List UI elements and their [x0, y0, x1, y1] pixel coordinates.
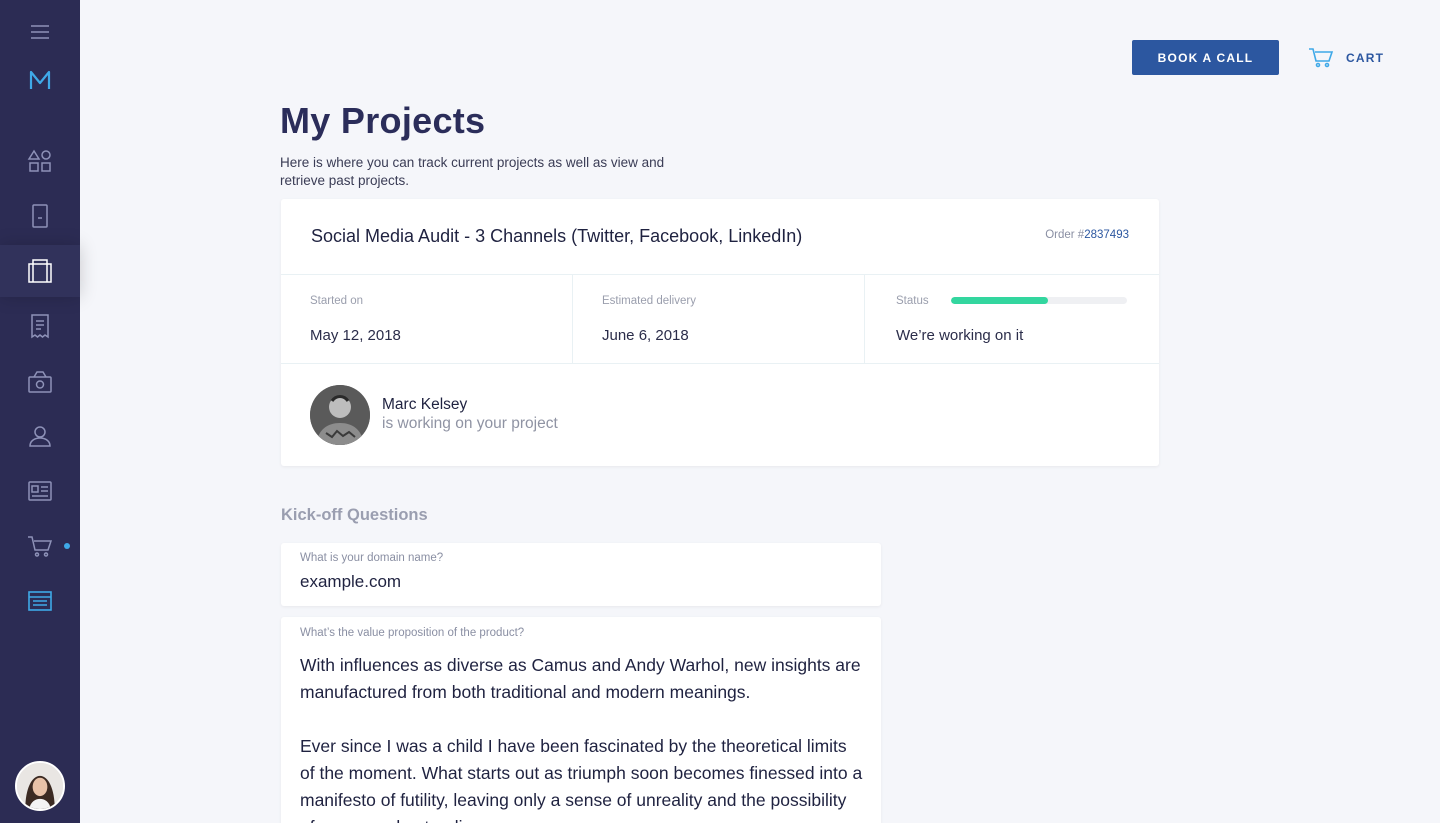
receipt-icon[interactable] — [0, 300, 80, 352]
device-icon[interactable] — [0, 190, 80, 242]
cart-badge-dot — [64, 543, 70, 549]
project-title: Social Media Audit - 3 Channels (Twitter… — [311, 226, 803, 246]
id-card-icon[interactable] — [0, 465, 80, 517]
worker-name: Marc Kelsey — [382, 396, 468, 413]
order-id[interactable]: 2837493 — [1084, 229, 1129, 241]
divider — [281, 363, 1159, 364]
divider — [281, 274, 1159, 275]
status-value: We’re working on it — [896, 327, 1024, 344]
domain-question-field[interactable]: What is your domain name? example.com — [281, 543, 881, 606]
browser-icon[interactable] — [0, 575, 80, 627]
value-prop-question-field[interactable]: What’s the value proposition of the prod… — [281, 617, 881, 823]
page-subtitle: Here is where you can track current proj… — [280, 155, 665, 188]
sidebar — [0, 0, 80, 823]
cart-label: CART — [1346, 51, 1385, 65]
dashboard-icon[interactable] — [0, 135, 80, 187]
project-card[interactable]: Social Media Audit - 3 Channels (Twitter… — [281, 199, 1159, 466]
worker-note: is working on your project — [382, 415, 558, 432]
divider — [572, 275, 573, 363]
started-label: Started on — [310, 295, 364, 307]
domain-question-value[interactable]: example.com — [300, 572, 401, 592]
status-progress-fill — [951, 297, 1048, 304]
menu-icon[interactable] — [0, 6, 80, 58]
user-avatar[interactable] — [15, 761, 65, 811]
cart-icon — [1308, 46, 1334, 71]
domain-question-label: What is your domain name? — [300, 552, 444, 564]
kickoff-title: Kick-off Questions — [281, 506, 428, 524]
started-value: May 12, 2018 — [310, 327, 401, 344]
divider — [864, 275, 865, 363]
order-prefix: Order # — [1045, 229, 1085, 241]
projects-icon[interactable] — [0, 245, 80, 297]
cart-link[interactable]: CART — [1308, 46, 1384, 70]
delivery-value: June 6, 2018 — [602, 327, 689, 344]
logo-icon[interactable] — [0, 54, 80, 106]
payments-icon[interactable] — [0, 356, 80, 408]
value-prop-question-label: What’s the value proposition of the prod… — [300, 627, 525, 639]
cart-icon[interactable] — [0, 520, 80, 572]
profile-icon[interactable] — [0, 410, 80, 462]
status-progress-bar — [951, 297, 1127, 304]
book-a-call-button[interactable]: BOOK A CALL — [1132, 40, 1279, 75]
page-title: My Projects — [280, 100, 486, 141]
status-label: Status — [896, 295, 929, 307]
value-prop-paragraph-2[interactable]: Ever since I was a child I have been fas… — [300, 733, 865, 823]
order-number: Order #2837493 — [1045, 229, 1129, 241]
delivery-label: Estimated delivery — [602, 295, 696, 307]
worker-avatar[interactable] — [310, 385, 370, 445]
value-prop-paragraph-1[interactable]: With influences as diverse as Camus and … — [300, 652, 865, 706]
